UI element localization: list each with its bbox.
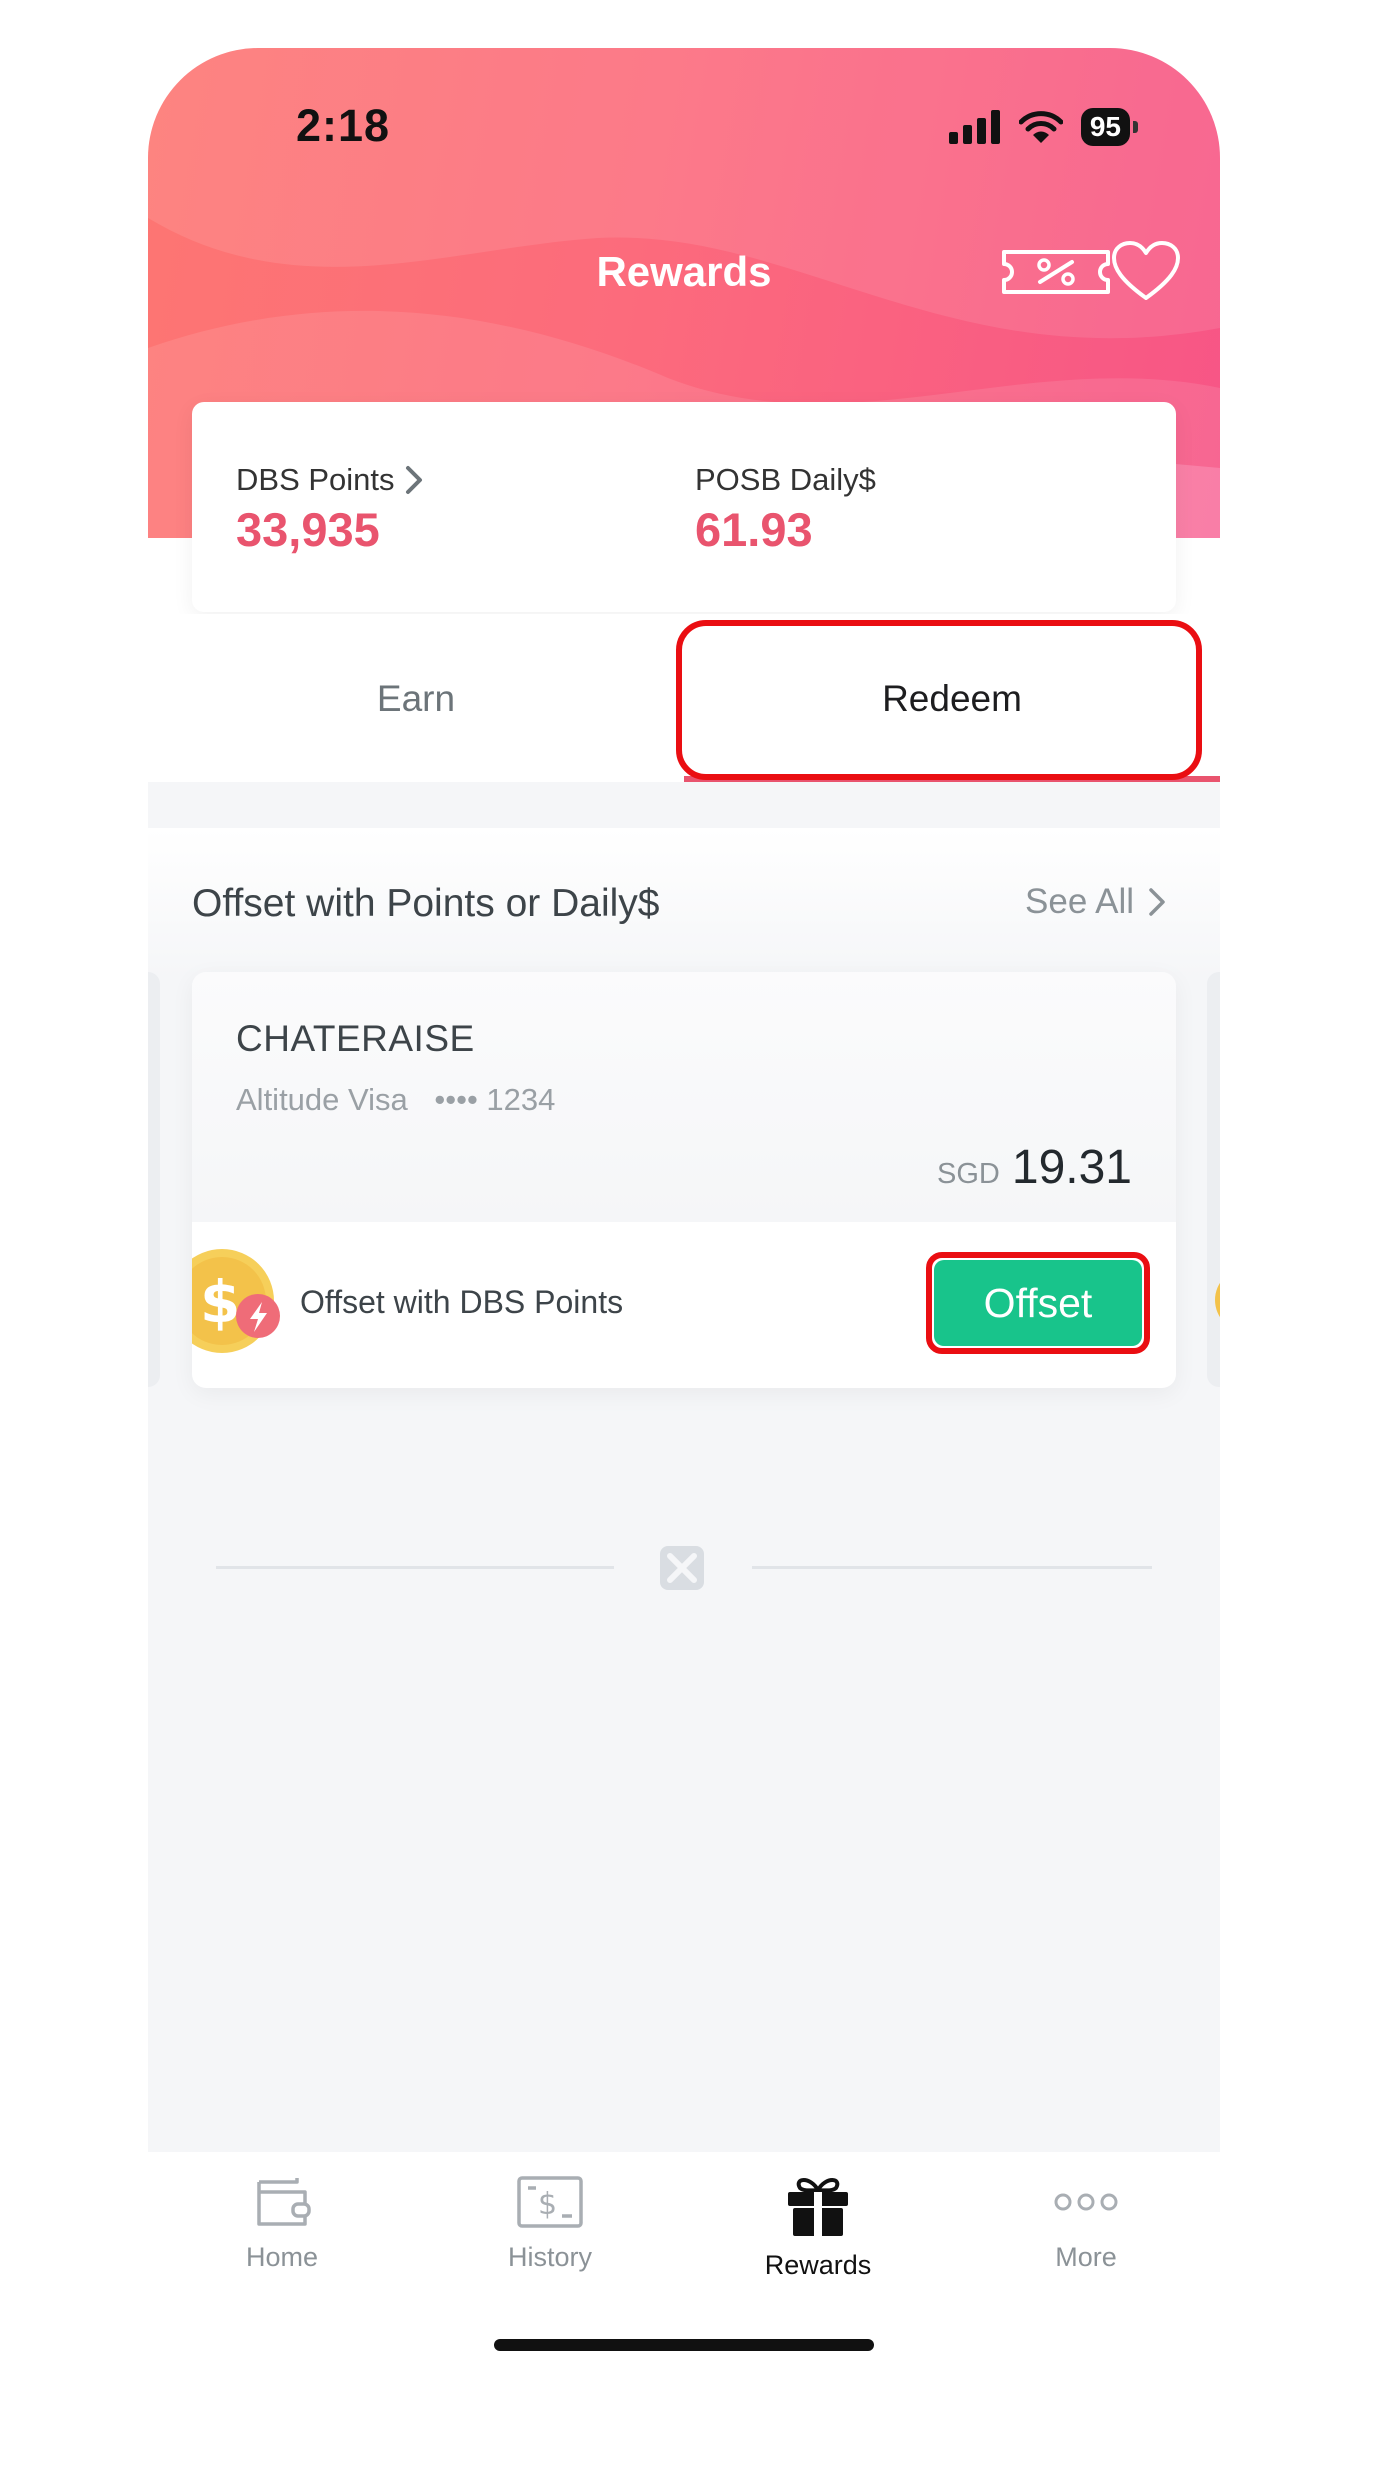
signal-icon [948, 110, 1000, 144]
dbs-points-link[interactable]: DBS Points [236, 462, 423, 498]
redeem-content: Offset with Points or Daily$ See All CHA… [148, 782, 1220, 2152]
offset-description: Offset with DBS Points [300, 1284, 624, 1320]
offset-row: $ Offset with DBS Points Offset [192, 1222, 1176, 1388]
nav-history-label: History [507, 2242, 592, 2272]
transaction-amount: SGD 19.31 [937, 1140, 1132, 1195]
see-all-link[interactable]: See All [1025, 882, 1166, 922]
voucher-icon[interactable] [1000, 248, 1112, 296]
dbs-logo-icon [660, 1546, 704, 1590]
home-indicator[interactable] [494, 2339, 874, 2351]
nav-more-label: More [1055, 2242, 1117, 2272]
nav-history[interactable]: $ History [416, 2174, 684, 2273]
offset-button-highlight [926, 1252, 1150, 1354]
phone-screen: 2:18 95 Rewards DBS Points 33,935 POSB D… [148, 48, 1220, 2475]
merchant-name: CHATERAISE [236, 1018, 475, 1059]
nav-home-label: Home [245, 2242, 319, 2272]
nav-more[interactable]: More [952, 2174, 1220, 2273]
status-icons: 95 [948, 108, 1139, 146]
transaction-card[interactable]: CHATERAISE Altitude Visa •••• 1234 SGD 1… [192, 972, 1176, 1388]
battery-indicator: 95 [1080, 108, 1139, 146]
svg-text:$: $ [200, 1268, 240, 1336]
gift-icon [788, 2178, 848, 2236]
nav-rewards[interactable]: Rewards [684, 2174, 952, 2281]
tab-earn[interactable]: Earn [148, 614, 684, 784]
posb-daily-value: 61.93 [695, 503, 813, 556]
dollar-bill-icon: $ [517, 2176, 583, 2228]
dbs-points-value: 33,935 [236, 503, 380, 556]
chevron-right-icon [1149, 888, 1165, 916]
more-dots-icon [1054, 2193, 1118, 2211]
amount-value: 19.31 [1011, 1141, 1132, 1194]
svg-text:$: $ [538, 2187, 557, 2222]
dbs-points-label: DBS Points [236, 462, 395, 497]
footer-divider-right [752, 1566, 1152, 1569]
heart-icon[interactable] [1111, 240, 1181, 304]
wifi-icon [1018, 111, 1063, 143]
coin-peek-icon [1215, 1282, 1220, 1318]
redeem-tab-highlight [676, 620, 1202, 780]
section-title: Offset with Points or Daily$ [192, 882, 660, 925]
wallet-icon [257, 2178, 311, 2226]
footer-divider-left [216, 1566, 614, 1569]
card-number-mask: •••• 1234 [434, 1082, 556, 1117]
posb-daily-label: POSB Daily$ [695, 462, 876, 497]
chevron-right-icon [405, 466, 422, 494]
bottom-navigation: Home $ History Rewards More [148, 2152, 1220, 2475]
currency-code: SGD [937, 1158, 1000, 1190]
status-time: 2:18 [296, 100, 391, 151]
dbs-points-coin-icon: $ [192, 1249, 280, 1353]
card-name: Altitude Visa [236, 1082, 408, 1117]
nav-home[interactable]: Home [148, 2174, 416, 2273]
previous-card-peek[interactable] [148, 972, 160, 1387]
see-all-label: See All [1025, 882, 1134, 921]
nav-rewards-label: Rewards [764, 2250, 872, 2280]
card-info: Altitude Visa •••• 1234 [236, 1082, 555, 1118]
points-summary-card: DBS Points 33,935 POSB Daily$ 61.93 [192, 402, 1176, 612]
